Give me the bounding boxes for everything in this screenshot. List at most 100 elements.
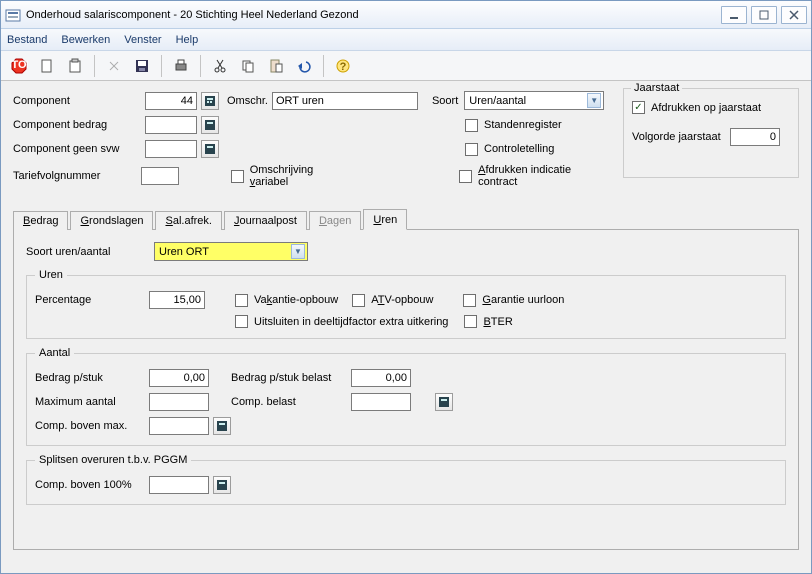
uren-group: Uren Percentage Vakantie-opbouw ATV-opbo… (26, 269, 786, 339)
tab-bedrag[interactable]: Bedrag (13, 211, 68, 230)
jaarstaat-group: Jaarstaat ✓ Afdrukken op jaarstaat Volgo… (623, 88, 799, 178)
omschrijving-variabel-check[interactable]: Omschrijving variabel (231, 164, 351, 188)
tariefvolg-input[interactable] (141, 167, 179, 185)
percentage-label: Percentage (35, 294, 149, 306)
controletelling-check[interactable]: Controletelling (465, 143, 554, 156)
comp-boven-max-lookup-icon[interactable] (213, 417, 231, 435)
standenregister-check[interactable]: Standenregister (465, 119, 562, 132)
menu-bewerken[interactable]: Bewerken (61, 34, 110, 46)
bter-check[interactable]: BTER (464, 315, 512, 328)
tab-journaalpost[interactable]: Journaalpost (224, 211, 307, 230)
component-lookup-icon[interactable] (201, 92, 219, 110)
split-group: Splitsen overuren t.b.v. PGGM Comp. bove… (26, 454, 786, 505)
cut-icon[interactable] (208, 54, 232, 78)
jaarstaat-legend: Jaarstaat (631, 82, 682, 94)
pasteboard-icon[interactable] (264, 54, 288, 78)
garantie-label: Garantie uurloon (482, 294, 564, 306)
cut2-icon[interactable] (102, 54, 126, 78)
undo-icon[interactable] (292, 54, 316, 78)
stop-icon[interactable]: STOP (7, 54, 31, 78)
soort-value: Uren/aantal (469, 95, 526, 107)
soort-uren-select[interactable]: Uren ORT ▼ (154, 242, 308, 261)
garantie-check[interactable]: Garantie uurloon (463, 294, 564, 307)
checkbox-icon (235, 294, 248, 307)
split-group-legend: Splitsen overuren t.b.v. PGGM (35, 454, 191, 466)
vakantie-label: Vakantie-opbouw (254, 294, 338, 306)
help-icon[interactable]: ? (331, 54, 355, 78)
volgorde-input[interactable] (730, 128, 780, 146)
comp-belast-input[interactable] (351, 393, 411, 411)
app-icon (5, 7, 21, 23)
atv-label: ATV-opbouw (371, 294, 433, 306)
percentage-input[interactable] (149, 291, 205, 309)
checkbox-icon (464, 315, 477, 328)
aantal-group-legend: Aantal (35, 347, 74, 359)
toolbar: STOP ? (1, 51, 811, 81)
afdrukken-indicatie-check[interactable]: Afdrukken indicatie contract (459, 164, 609, 188)
afdrukken-jaarstaat-label: Afdrukken op jaarstaat (651, 102, 761, 114)
new-icon[interactable] (35, 54, 59, 78)
tabbar: Bedrag Grondslagen Sal.afrek. Journaalpo… (13, 208, 799, 230)
checkbox-icon (352, 294, 365, 307)
uitsluiten-check[interactable]: Uitsluiten in deeltijdfactor extra uitke… (235, 315, 448, 328)
afdrukken-indicatie-label: Afdrukken indicatie contract (478, 164, 609, 188)
paste-icon[interactable] (63, 54, 87, 78)
menu-bestand[interactable]: Bestand (7, 34, 47, 46)
checkbox-icon (459, 170, 472, 183)
bedrag-pstuk-belast-label: Bedrag p/stuk belast (231, 372, 351, 384)
copy-icon[interactable] (236, 54, 260, 78)
component-bedrag-lookup-icon[interactable] (201, 116, 219, 134)
max-aantal-input[interactable] (149, 393, 209, 411)
comp-boven-max-input[interactable] (149, 417, 209, 435)
save-icon[interactable] (130, 54, 154, 78)
omschr-input[interactable] (272, 92, 418, 110)
window-title: Onderhoud salariscomponent - 20 Stichtin… (26, 9, 717, 21)
checkbox-icon (465, 119, 478, 132)
bedrag-pstuk-input[interactable] (149, 369, 209, 387)
component-bedrag-input[interactable] (145, 116, 197, 134)
tariefvolg-label: Tariefvolgnummer (13, 170, 141, 182)
soort-uren-value: Uren ORT (159, 246, 209, 258)
component-geen-svw-input[interactable] (145, 140, 197, 158)
main-window: Onderhoud salariscomponent - 20 Stichtin… (0, 0, 812, 574)
maximize-button[interactable] (751, 6, 777, 24)
comp-boven-max-label: Comp. boven max. (35, 420, 149, 432)
component-geen-svw-lookup-icon[interactable] (201, 140, 219, 158)
atv-check[interactable]: ATV-opbouw (352, 294, 433, 307)
menu-help[interactable]: Help (176, 34, 199, 46)
component-input[interactable] (145, 92, 197, 110)
soort-select[interactable]: Uren/aantal ▼ (464, 91, 604, 110)
tab-uren[interactable]: Uren (363, 209, 407, 230)
omschr-label: Omschr. (227, 95, 268, 107)
aantal-group: Aantal Bedrag p/stuk Bedrag p/stuk belas… (26, 347, 786, 446)
comp-belast-label: Comp. belast (231, 396, 351, 408)
comp-boven-100-label: Comp. boven 100% (35, 479, 149, 491)
max-aantal-label: Maximum aantal (35, 396, 149, 408)
volgorde-label: Volgorde jaarstaat (632, 131, 730, 143)
menubar: Bestand Bewerken Venster Help (1, 29, 811, 51)
omschrijving-variabel-label: Omschrijving variabel (250, 164, 352, 188)
print-icon[interactable] (169, 54, 193, 78)
comp-boven-100-input[interactable] (149, 476, 209, 494)
afdrukken-jaarstaat-check[interactable]: ✓ Afdrukken op jaarstaat (632, 101, 790, 114)
minimize-button[interactable] (721, 6, 747, 24)
tab-dagen: Dagen (309, 211, 361, 230)
comp-belast-lookup-icon[interactable] (435, 393, 453, 411)
uitsluiten-label: Uitsluiten in deeltijdfactor extra uitke… (254, 316, 448, 328)
component-geen-svw-label: Component geen svw (13, 143, 145, 155)
menu-venster[interactable]: Venster (124, 34, 161, 46)
checkbox-icon (235, 315, 248, 328)
soort-label: Soort (432, 95, 458, 107)
checkbox-icon (463, 294, 476, 307)
vakantie-check[interactable]: Vakantie-opbouw (235, 294, 338, 307)
comp-boven-100-lookup-icon[interactable] (213, 476, 231, 494)
tab-salafrek[interactable]: Sal.afrek. (155, 211, 221, 230)
bedrag-pstuk-belast-input[interactable] (351, 369, 411, 387)
tab-grondslagen[interactable]: Grondslagen (70, 211, 153, 230)
component-label: Component (13, 95, 145, 107)
titlebar: Onderhoud salariscomponent - 20 Stichtin… (1, 1, 811, 29)
close-button[interactable] (781, 6, 807, 24)
uren-group-legend: Uren (35, 269, 67, 281)
bedrag-pstuk-label: Bedrag p/stuk (35, 372, 149, 384)
chevron-down-icon: ▼ (291, 244, 305, 259)
